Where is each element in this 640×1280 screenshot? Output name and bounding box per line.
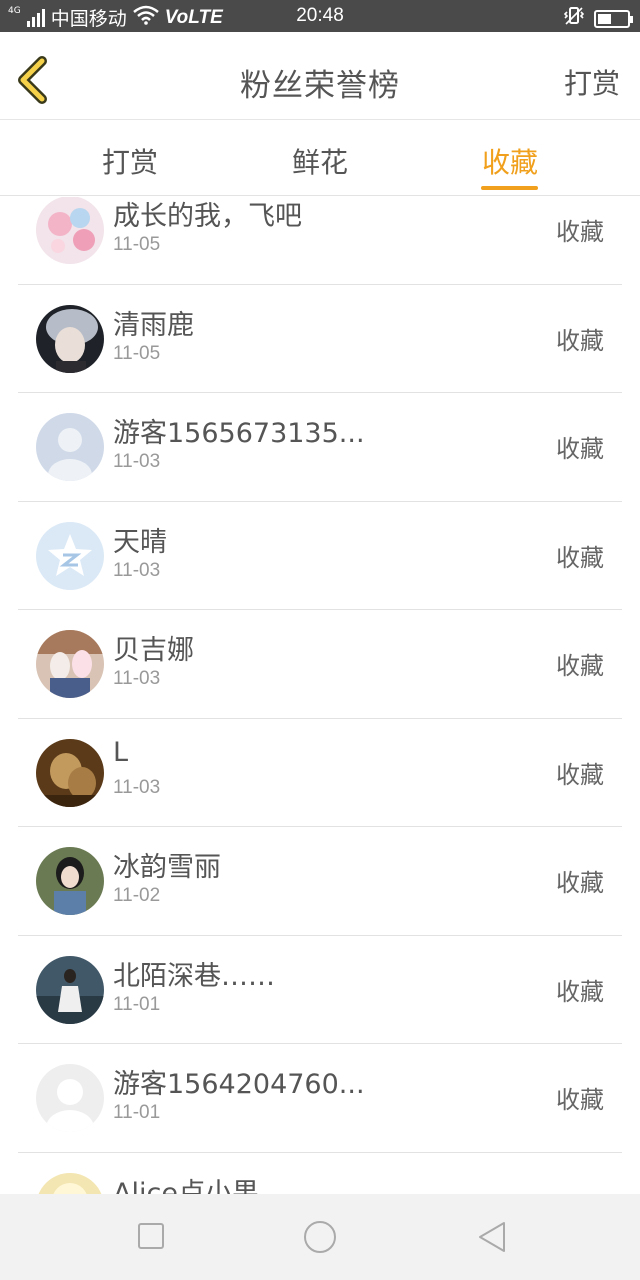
home-button[interactable] <box>300 1217 340 1257</box>
user-name: 北陌深巷…… <box>113 960 275 992</box>
avatar[interactable] <box>36 955 104 1024</box>
favorite-label: 收藏 <box>556 1086 604 1114</box>
vibrate-icon <box>563 6 585 31</box>
user-name: Alice卢小果 <box>113 1177 259 1195</box>
triangle-back-icon <box>479 1222 505 1252</box>
list-item[interactable]: 冰韵雪丽 11-02 收藏 <box>0 827 640 936</box>
reward-button[interactable]: 打赏 <box>564 62 620 102</box>
system-nav-bar <box>0 1194 640 1280</box>
favorite-label: 收藏 <box>556 869 604 897</box>
list-item[interactable]: 游客1564204760... 11-01 收藏 <box>0 1044 640 1153</box>
user-name: 冰韵雪丽 <box>113 852 221 883</box>
status-right <box>563 6 633 31</box>
avatar[interactable] <box>36 630 104 698</box>
avatar[interactable] <box>36 521 104 590</box>
square-icon <box>138 1223 164 1249</box>
user-name: 天晴 <box>113 526 167 558</box>
favorite-label: 收藏 <box>556 760 604 789</box>
list-item[interactable]: 游客1565673135... 11-03 收藏 <box>0 393 640 502</box>
favorite-label: 收藏 <box>556 326 604 355</box>
favorite-date: 11-05 <box>113 234 161 255</box>
tab-reward[interactable]: 打赏 <box>70 141 190 181</box>
user-name: 贝吉娜 <box>113 635 194 666</box>
tab-favorites[interactable]: 收藏 <box>450 141 570 181</box>
favorite-label: 收藏 <box>556 977 604 1006</box>
avatar[interactable] <box>36 1172 104 1194</box>
tab-bar: 打赏 鲜花 收藏 <box>0 121 640 196</box>
recents-button[interactable] <box>134 1219 170 1255</box>
status-bar: 4G 中国移动 VoLTE 20:48 <box>0 0 640 32</box>
favorite-date: 11-05 <box>113 342 161 364</box>
top-app-bar: 粉丝荣誉榜 打赏 <box>0 32 640 120</box>
favorite-date: 11-02 <box>113 885 161 906</box>
avatar[interactable] <box>36 738 104 807</box>
list-item[interactable]: 清雨鹿 11-05 收藏 <box>0 285 640 394</box>
list-item[interactable]: 成长的我，飞吧 11-05 收藏 <box>0 197 640 285</box>
page-title: 粉丝荣誉榜 <box>240 68 400 104</box>
circle-icon <box>304 1221 336 1253</box>
user-name: 游客1565673135... <box>113 418 365 449</box>
avatar[interactable] <box>36 413 104 481</box>
user-name: 清雨鹿 <box>113 309 194 341</box>
favorite-date: 11-03 <box>113 668 161 689</box>
favorite-label: 收藏 <box>556 435 604 463</box>
list-item[interactable]: 贝吉娜 11-03 收藏 <box>0 610 640 719</box>
user-name: 成长的我，飞吧 <box>113 201 302 232</box>
tab-flowers[interactable]: 鲜花 <box>260 141 380 181</box>
favorite-label: 收藏 <box>556 218 604 246</box>
clock: 20:48 <box>296 5 344 26</box>
nav-back-button[interactable] <box>474 1219 510 1255</box>
favorite-date: 11-03 <box>113 559 161 581</box>
avatar[interactable] <box>36 304 104 373</box>
list-item[interactable]: 北陌深巷…… 11-01 收藏 <box>0 936 640 1045</box>
favorite-label: 收藏 <box>556 652 604 680</box>
fan-list[interactable]: 成长的我，飞吧 11-05 收藏 清雨鹿 11-05 收藏 游客1565673135... 1… <box>0 197 640 1194</box>
favorite-date: 11-03 <box>113 776 161 798</box>
avatar[interactable] <box>36 197 104 264</box>
list-item[interactable]: Alice卢小果收藏 <box>0 1153 640 1195</box>
favorite-date: 11-01 <box>113 993 161 1015</box>
favorite-date: 11-01 <box>113 1102 161 1123</box>
active-tab-indicator <box>481 186 538 190</box>
favorite-date: 11-03 <box>113 451 161 472</box>
favorite-label: 收藏 <box>556 543 604 572</box>
user-name: 游客1564204760... <box>113 1069 365 1100</box>
user-name: L <box>113 736 129 768</box>
list-item[interactable]: L 11-03 收藏 <box>0 719 640 828</box>
list-item[interactable]: 天晴 11-03 收藏 <box>0 502 640 611</box>
avatar[interactable] <box>36 847 104 915</box>
battery-icon <box>594 9 633 28</box>
avatar[interactable] <box>36 1064 104 1132</box>
